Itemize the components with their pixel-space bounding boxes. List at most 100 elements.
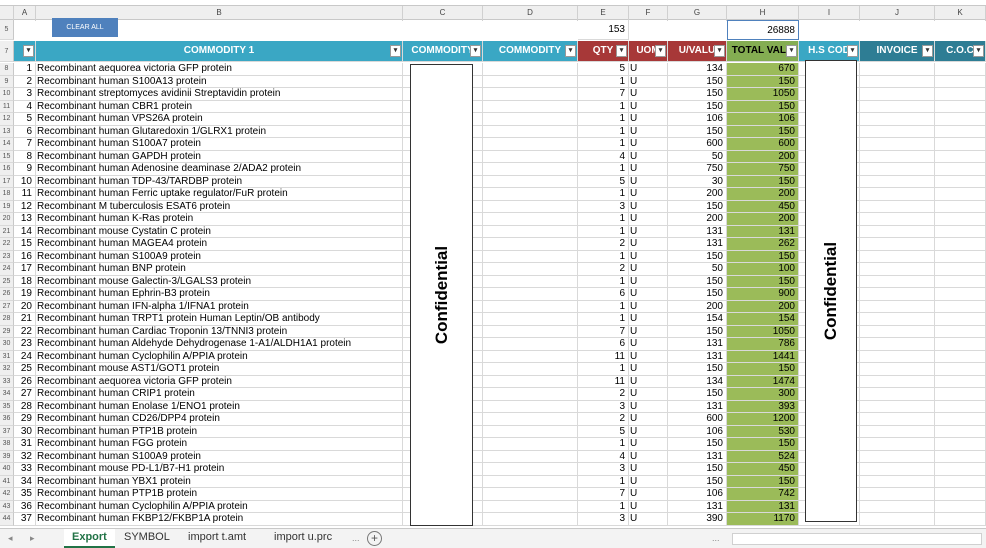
- coo-cell[interactable]: [935, 338, 986, 351]
- row-number[interactable]: 8: [0, 63, 14, 76]
- item-number-cell[interactable]: 20: [14, 300, 36, 313]
- coo-cell[interactable]: [935, 225, 986, 238]
- invoice-cell[interactable]: [860, 388, 935, 401]
- commodity3-cell[interactable]: [483, 263, 578, 276]
- commodity-cell[interactable]: Recombinant human S100A7 protein: [36, 138, 403, 151]
- row-number[interactable]: 30: [0, 338, 14, 351]
- qty-cell[interactable]: 1: [578, 300, 629, 313]
- commodity-cell[interactable]: Recombinant human S100A9 protein: [36, 250, 403, 263]
- item-number-cell[interactable]: 6: [14, 125, 36, 138]
- uom-cell[interactable]: U: [629, 200, 668, 213]
- column-header-commodity2[interactable]: COMMODITY ▾: [403, 41, 483, 62]
- qty-cell[interactable]: 1: [578, 75, 629, 88]
- uom-cell[interactable]: U: [629, 113, 668, 126]
- commodity3-cell[interactable]: [483, 288, 578, 301]
- column-header-uom[interactable]: UOM ▾: [629, 41, 668, 62]
- invoice-cell[interactable]: [860, 125, 935, 138]
- tab-import-t-amt[interactable]: import t.amt: [180, 529, 254, 548]
- tab-next-icon[interactable]: ▸: [30, 529, 35, 548]
- total-value-cell[interactable]: 150: [727, 438, 799, 451]
- commodity-cell[interactable]: Recombinant human VPS26A protein: [36, 113, 403, 126]
- column-header-no[interactable]: ▾: [14, 41, 36, 62]
- coo-cell[interactable]: [935, 425, 986, 438]
- select-all-corner[interactable]: [0, 6, 14, 21]
- commodity3-cell[interactable]: [483, 150, 578, 163]
- column-letter[interactable]: G: [668, 6, 727, 21]
- total-value-cell[interactable]: 1170: [727, 513, 799, 526]
- coo-cell[interactable]: [935, 375, 986, 388]
- row-number[interactable]: 10: [0, 88, 14, 101]
- item-number-cell[interactable]: 27: [14, 388, 36, 401]
- qty-cell[interactable]: 1: [578, 438, 629, 451]
- qty-cell[interactable]: 1: [578, 213, 629, 226]
- invoice-cell[interactable]: [860, 138, 935, 151]
- qty-cell[interactable]: 3: [578, 200, 629, 213]
- coo-cell[interactable]: [935, 188, 986, 201]
- invoice-cell[interactable]: [860, 275, 935, 288]
- coo-cell[interactable]: [935, 363, 986, 376]
- filter-dropdown-icon[interactable]: ▾: [847, 45, 858, 57]
- tab-prev-icon[interactable]: ◂: [8, 529, 13, 548]
- row-number[interactable]: 34: [0, 388, 14, 401]
- uom-cell[interactable]: U: [629, 88, 668, 101]
- coo-cell[interactable]: [935, 450, 986, 463]
- unit-value-cell[interactable]: 50: [668, 263, 727, 276]
- commodity3-cell[interactable]: [483, 438, 578, 451]
- invoice-cell[interactable]: [860, 175, 935, 188]
- commodity-cell[interactable]: Recombinant human S100A9 protein: [36, 450, 403, 463]
- commodity3-cell[interactable]: [483, 400, 578, 413]
- uom-cell[interactable]: U: [629, 338, 668, 351]
- commodity-cell[interactable]: Recombinant human IFN-alpha 1/IFNA1 prot…: [36, 300, 403, 313]
- uom-cell[interactable]: U: [629, 138, 668, 151]
- commodity-cell[interactable]: Recombinant human CD26/DPP4 protein: [36, 413, 403, 426]
- filter-dropdown-icon[interactable]: ▾: [616, 45, 627, 57]
- qty-cell[interactable]: 4: [578, 150, 629, 163]
- item-number-cell[interactable]: 12: [14, 200, 36, 213]
- coo-cell[interactable]: [935, 288, 986, 301]
- row-number[interactable]: 19: [0, 200, 14, 213]
- uom-cell[interactable]: U: [629, 188, 668, 201]
- horizontal-scrollbar[interactable]: [732, 533, 982, 545]
- row-number[interactable]: 33: [0, 375, 14, 388]
- item-number-cell[interactable]: 28: [14, 400, 36, 413]
- commodity-cell[interactable]: Recombinant human FGG protein: [36, 438, 403, 451]
- item-number-cell[interactable]: 13: [14, 213, 36, 226]
- column-header-invoice[interactable]: INVOICE ▾: [860, 41, 935, 62]
- filter-dropdown-icon[interactable]: ▾: [973, 45, 984, 57]
- uom-cell[interactable]: U: [629, 213, 668, 226]
- item-number-cell[interactable]: 14: [14, 225, 36, 238]
- commodity3-cell[interactable]: [483, 238, 578, 251]
- commodity-cell[interactable]: Recombinant human TDP-43/TARDBP protein: [36, 175, 403, 188]
- uom-cell[interactable]: U: [629, 500, 668, 513]
- total-value-cell[interactable]: 200: [727, 150, 799, 163]
- invoice-cell[interactable]: [860, 488, 935, 501]
- qty-cell[interactable]: 1: [578, 113, 629, 126]
- column-header-commodity1[interactable]: COMMODITY 1 ▾: [36, 41, 403, 62]
- filter-dropdown-icon[interactable]: ▾: [922, 45, 933, 57]
- total-value-cell[interactable]: 742: [727, 488, 799, 501]
- uom-cell[interactable]: U: [629, 463, 668, 476]
- commodity-cell[interactable]: Recombinant human YBX1 protein: [36, 475, 403, 488]
- unit-value-cell[interactable]: 50: [668, 150, 727, 163]
- commodity3-cell[interactable]: [483, 275, 578, 288]
- coo-cell[interactable]: [935, 475, 986, 488]
- total-value-cell[interactable]: 200: [727, 188, 799, 201]
- total-value-cell[interactable]: 670: [727, 63, 799, 76]
- uom-cell[interactable]: U: [629, 325, 668, 338]
- total-value-cell[interactable]: 750: [727, 163, 799, 176]
- total-value-cell[interactable]: 150: [727, 175, 799, 188]
- row-number[interactable]: 16: [0, 163, 14, 176]
- qty-cell[interactable]: 11: [578, 375, 629, 388]
- row-number[interactable]: 37: [0, 425, 14, 438]
- commodity3-cell[interactable]: [483, 88, 578, 101]
- invoice-cell[interactable]: [860, 300, 935, 313]
- invoice-cell[interactable]: [860, 325, 935, 338]
- qty-cell[interactable]: 1: [578, 225, 629, 238]
- qty-cell[interactable]: 1: [578, 250, 629, 263]
- commodity3-cell[interactable]: [483, 413, 578, 426]
- item-number-cell[interactable]: 7: [14, 138, 36, 151]
- item-number-cell[interactable]: 25: [14, 363, 36, 376]
- filter-dropdown-icon[interactable]: ▾: [655, 45, 666, 57]
- invoice-cell[interactable]: [860, 338, 935, 351]
- uom-cell[interactable]: U: [629, 100, 668, 113]
